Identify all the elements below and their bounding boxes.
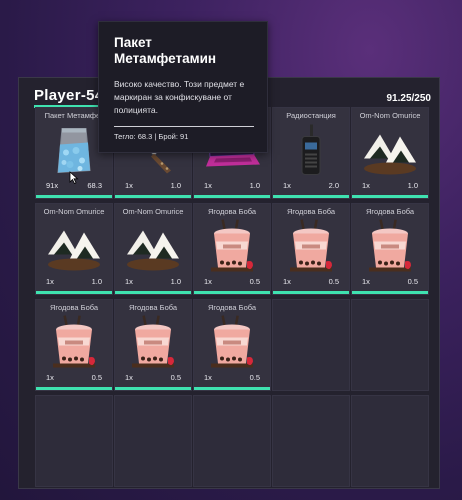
slot-quantity: 1x	[46, 277, 54, 286]
slot-item-label: Om-Nom Omurice	[43, 207, 105, 216]
inventory-slot[interactable]: Ягодова Боба 1x 0.5	[351, 203, 429, 295]
empty-inventory-slot[interactable]	[114, 395, 192, 487]
slot-item-label: Ягодова Боба	[49, 303, 99, 312]
slot-weight: 0.5	[249, 373, 260, 382]
rice-ball-icon	[44, 221, 104, 278]
slot-quantity: 1x	[125, 373, 133, 382]
inventory-grid: Пакет Метамфет 91x68.3 1x1.0Cyberbook 1x…	[35, 107, 429, 487]
inventory-weight: 91.25/250	[386, 93, 432, 104]
player-name: Player-54	[34, 87, 104, 104]
slot-quantity: 1x	[283, 181, 291, 190]
empty-inventory-slot[interactable]	[351, 299, 429, 391]
slot-durability-bar	[115, 291, 191, 294]
slot-quantity: 1x	[204, 181, 212, 190]
slot-durability-bar	[36, 291, 112, 294]
slot-durability-bar	[273, 291, 349, 294]
slot-quantity: 1x	[362, 277, 370, 286]
slot-item-label: Ягодова Боба	[286, 207, 336, 216]
slot-quantity: 91x	[46, 181, 59, 190]
slot-item-label: Ягодова Боба	[128, 303, 178, 312]
slot-durability-bar	[194, 387, 270, 390]
slot-weight: 0.5	[407, 277, 418, 286]
slot-weight: 1.0	[407, 181, 418, 190]
slot-quantity: 1x	[125, 181, 133, 190]
slot-quantity: 1x	[46, 373, 54, 382]
boba-drink-icon	[363, 218, 417, 281]
slot-durability-bar	[194, 195, 270, 198]
slot-durability-bar	[36, 195, 112, 198]
inventory-slot[interactable]: Ягодова Боба 1x 0.5	[193, 203, 271, 295]
slot-quantity: 1x	[204, 373, 212, 382]
boba-drink-icon	[205, 218, 259, 281]
slot-weight: 68.3	[87, 181, 102, 190]
empty-inventory-slot[interactable]	[272, 299, 350, 391]
slot-durability-bar	[36, 387, 112, 390]
slot-item-label: Ягодова Боба	[207, 207, 257, 216]
slot-quantity: 1x	[362, 181, 370, 190]
slot-item-label: Ягодова Боба	[365, 207, 415, 216]
rice-ball-icon	[360, 125, 420, 182]
slot-weight: 0.5	[170, 373, 181, 382]
tooltip-divider	[114, 126, 254, 127]
slot-weight: 1.0	[249, 181, 260, 190]
slot-weight: 2.0	[328, 181, 339, 190]
tooltip-title: Пакет Метамфетамин	[114, 35, 217, 66]
boba-drink-icon	[205, 314, 259, 377]
empty-inventory-slot[interactable]	[272, 395, 350, 487]
slot-quantity: 1x	[204, 277, 212, 286]
slot-item-label: Om-Nom Omurice	[359, 111, 421, 120]
slot-item-label: Ягодова Боба	[207, 303, 257, 312]
radio-icon	[291, 123, 331, 184]
slot-quantity: 1x	[125, 277, 133, 286]
inventory-slot[interactable]: Ягодова Боба 1x 0.5	[193, 299, 271, 391]
slot-durability-bar	[115, 195, 191, 198]
slot-item-label: Радиостанция	[286, 111, 336, 120]
inventory-slot[interactable]: Om-Nom Omurice 1x 1.0	[351, 107, 429, 199]
inventory-slot[interactable]: Радиостанция 1x 2.0	[272, 107, 350, 199]
slot-durability-bar	[115, 387, 191, 390]
slot-weight: 0.5	[328, 277, 339, 286]
slot-item-label: Om-Nom Omurice	[122, 207, 184, 216]
slot-durability-bar	[194, 291, 270, 294]
tooltip-meta: Тегло: 68.3 | Брой: 91	[114, 132, 189, 141]
inventory-slot[interactable]: Om-Nom Omurice 1x 1.0	[35, 203, 113, 295]
tooltip-description: Високо качество. Този предмет е маркиран…	[114, 79, 245, 115]
slot-durability-bar	[273, 195, 349, 198]
boba-drink-icon	[47, 314, 101, 377]
slot-weight: 1.0	[170, 277, 181, 286]
inventory-slot[interactable]: Ягодова Боба 1x 0.5	[114, 299, 192, 391]
slot-weight: 0.5	[91, 373, 102, 382]
empty-inventory-slot[interactable]	[193, 395, 271, 487]
inventory-slot[interactable]: Om-Nom Omurice 1x 1.0	[114, 203, 192, 295]
empty-inventory-slot[interactable]	[35, 395, 113, 487]
slot-durability-bar	[352, 195, 428, 198]
slot-weight: 0.5	[249, 277, 260, 286]
item-tooltip: Пакет Метамфетамин Високо качество. Този…	[98, 21, 268, 153]
slot-weight: 1.0	[91, 277, 102, 286]
boba-drink-icon	[284, 218, 338, 281]
empty-inventory-slot[interactable]	[351, 395, 429, 487]
rice-ball-icon	[123, 221, 183, 278]
slot-weight: 1.0	[170, 181, 181, 190]
boba-drink-icon	[126, 314, 180, 377]
inventory-slot[interactable]: Ягодова Боба 1x 0.5	[35, 299, 113, 391]
slot-durability-bar	[352, 291, 428, 294]
slot-quantity: 1x	[283, 277, 291, 286]
mouse-cursor-icon	[69, 171, 79, 184]
inventory-slot[interactable]: Ягодова Боба 1x 0.5	[272, 203, 350, 295]
